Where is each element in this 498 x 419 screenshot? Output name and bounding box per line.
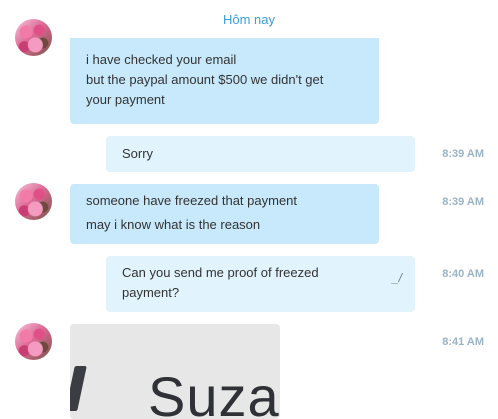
message-line: someone have freezed that payment bbox=[86, 193, 298, 208]
message-line: your payment bbox=[86, 92, 165, 107]
message-line: but the paypal amount $500 we didn't get bbox=[86, 72, 324, 87]
message-time: 8:39 AM bbox=[442, 196, 484, 208]
contact-avatar[interactable] bbox=[15, 19, 52, 56]
image-mark bbox=[70, 366, 87, 411]
message-bubble-2[interactable]: Sorry bbox=[106, 136, 415, 172]
message-bubble-4[interactable]: Can you send me proof of freezed payment… bbox=[106, 256, 415, 312]
message-line: payment? bbox=[122, 285, 180, 300]
message-line: Can you send me proof of freezed bbox=[122, 265, 319, 280]
image-attachment[interactable]: Suza bbox=[70, 324, 280, 419]
image-text: Suza bbox=[148, 365, 280, 419]
message-line: i have checked your email bbox=[86, 52, 237, 67]
message-line: may i know what is the reason bbox=[86, 217, 261, 232]
date-header: Hôm nay bbox=[0, 0, 498, 38]
contact-avatar[interactable] bbox=[15, 183, 52, 220]
message-time: 8:41 AM bbox=[442, 336, 484, 348]
message-bubble-1[interactable]: i have checked your email but the paypal… bbox=[70, 30, 379, 124]
date-label: Hôm nay bbox=[222, 11, 276, 27]
message-time: 8:39 AM bbox=[442, 148, 484, 160]
edit-icon: _/ bbox=[391, 271, 402, 285]
contact-avatar[interactable] bbox=[15, 323, 52, 360]
message-bubble-3[interactable]: someone have freezed that payment may i … bbox=[70, 184, 379, 244]
message-line: Sorry bbox=[122, 146, 154, 161]
message-time: 8:40 AM bbox=[442, 268, 484, 280]
